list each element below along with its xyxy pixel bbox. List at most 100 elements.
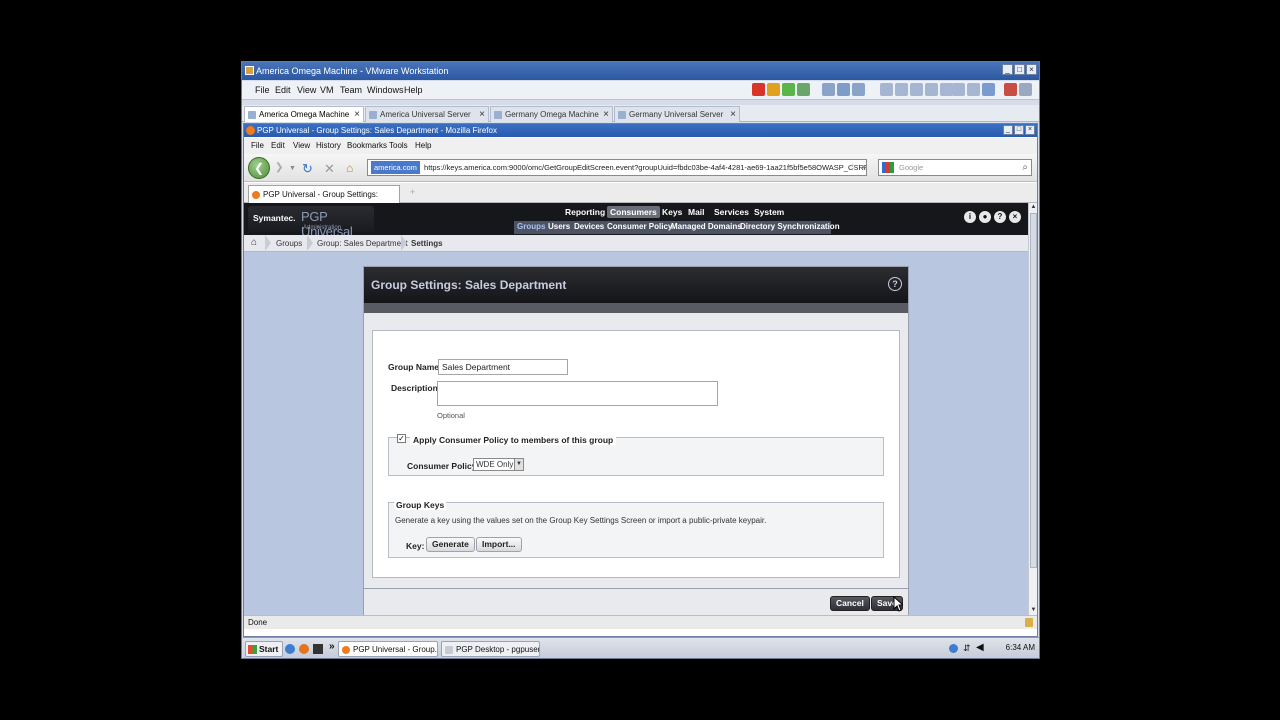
vm-tab-germany-universal[interactable]: Germany Universal Server ×: [614, 106, 740, 122]
bookmark-star-icon[interactable]: ☆: [848, 162, 857, 173]
ctrl-alt-del-icon[interactable]: [1019, 83, 1032, 96]
forward-button[interactable]: ❯: [275, 162, 283, 173]
network-icon[interactable]: ⇵: [963, 643, 971, 654]
breadcrumb-groups[interactable]: Groups: [276, 239, 302, 248]
reload-icon[interactable]: ↻: [302, 161, 313, 177]
close-icon[interactable]: ×: [730, 107, 736, 122]
ff-menu-edit[interactable]: Edit: [271, 141, 285, 150]
subnav-devices[interactable]: Devices: [574, 222, 604, 231]
vm-menu-file[interactable]: File: [255, 85, 270, 95]
nav-keys[interactable]: Keys: [662, 207, 682, 217]
subnav-managed-domains[interactable]: Managed Domains: [671, 222, 742, 231]
users-icon[interactable]: ●: [979, 211, 991, 223]
sidebar-toggle-icon[interactable]: [880, 83, 893, 96]
scroll-down-icon[interactable]: ▼: [1029, 606, 1038, 615]
home-icon[interactable]: ⌂: [346, 161, 353, 175]
vm-menu-vm[interactable]: VM: [320, 85, 334, 95]
url-bar[interactable]: america.com https://keys.america.com:900…: [367, 159, 867, 176]
devices-icon[interactable]: [1004, 83, 1017, 96]
stop-icon[interactable]: ✕: [324, 161, 335, 177]
ff-menu-history[interactable]: History: [316, 141, 341, 150]
browser-tab-active[interactable]: PGP Universal - Group Settings: Sale...: [248, 185, 400, 216]
vm-menu-edit[interactable]: Edit: [275, 85, 291, 95]
reset-icon[interactable]: [797, 83, 810, 96]
nav-consumers[interactable]: Consumers: [607, 206, 660, 218]
subnav-directory-sync[interactable]: Directory Synchronization: [740, 222, 840, 231]
close-icon[interactable]: ×: [479, 107, 485, 122]
taskbar-item-pgp-universal[interactable]: PGP Universal - Group...: [338, 641, 438, 657]
logout-icon[interactable]: ×: [1009, 211, 1021, 223]
vm-tab-america-omega[interactable]: America Omega Machine ×: [244, 106, 364, 122]
consumer-policy-select[interactable]: WDE Only ▼: [473, 458, 524, 471]
ff-menu-tools[interactable]: Tools: [389, 141, 408, 150]
appliance-view-icon[interactable]: [967, 83, 980, 96]
summary-view-icon[interactable]: [952, 83, 965, 96]
back-button[interactable]: ❮: [248, 157, 270, 179]
minimize-button[interactable]: _: [1002, 64, 1013, 75]
lock-icon[interactable]: [1025, 618, 1033, 627]
home-icon[interactable]: ⌂: [251, 237, 257, 248]
group-name-input[interactable]: Sales Department: [438, 359, 568, 375]
vm-tab-america-universal[interactable]: America Universal Server ×: [365, 106, 489, 122]
search-icon[interactable]: ⌕: [1022, 160, 1028, 175]
help-tray-icon[interactable]: [949, 644, 958, 653]
description-textarea[interactable]: [437, 381, 718, 406]
breadcrumb-group[interactable]: Group: Sales Department: [317, 239, 408, 248]
taskbar-item-pgp-desktop[interactable]: PGP Desktop - pgpuser@...: [441, 641, 540, 657]
scroll-up-icon[interactable]: ▲: [1029, 203, 1038, 212]
search-input[interactable]: Google ⌕: [878, 159, 1032, 176]
vm-tab-germany-omega[interactable]: Germany Omega Machine ×: [490, 106, 613, 122]
nav-system[interactable]: System: [754, 207, 784, 217]
snapshot-icon[interactable]: [822, 83, 835, 96]
info-icon[interactable]: i: [964, 211, 976, 223]
nav-services[interactable]: Services: [714, 207, 749, 217]
ff-close-button[interactable]: ×: [1025, 125, 1035, 135]
close-button[interactable]: ×: [1026, 64, 1037, 75]
site-identity[interactable]: america.com: [371, 161, 420, 174]
console-icon[interactable]: [982, 83, 995, 96]
nav-mail[interactable]: Mail: [688, 207, 705, 217]
volume-icon[interactable]: ◀: [976, 642, 984, 653]
chevron-right-icon[interactable]: »: [329, 641, 335, 652]
vm-menu-windows[interactable]: Windows: [367, 85, 404, 95]
ff-restore-button[interactable]: □: [1014, 125, 1024, 135]
help-icon[interactable]: ?: [994, 211, 1006, 223]
generate-button[interactable]: Generate: [426, 537, 475, 552]
ff-menu-view[interactable]: View: [293, 141, 310, 150]
scroll-thumb[interactable]: [1030, 213, 1037, 568]
subnav-users[interactable]: Users: [548, 222, 570, 231]
quick-switch-icon[interactable]: [910, 83, 923, 96]
nav-reporting[interactable]: Reporting: [565, 207, 605, 217]
vm-menu-help[interactable]: Help: [404, 85, 423, 95]
subnav-consumer-policy[interactable]: Consumer Policy: [607, 222, 672, 231]
power-on-icon[interactable]: [782, 83, 795, 96]
ff-menu-help[interactable]: Help: [415, 141, 431, 150]
snapshot-manager-icon[interactable]: [852, 83, 865, 96]
vm-menu-team[interactable]: Team: [340, 85, 362, 95]
new-tab-icon[interactable]: +: [410, 187, 415, 197]
help-icon[interactable]: ?: [888, 277, 902, 291]
close-icon[interactable]: ×: [354, 107, 360, 122]
revert-snapshot-icon[interactable]: [837, 83, 850, 96]
fullscreen-icon[interactable]: [925, 83, 938, 96]
ff-menu-file[interactable]: File: [251, 141, 264, 150]
ff-minimize-button[interactable]: _: [1003, 125, 1013, 135]
history-dropdown-icon[interactable]: ▼: [289, 165, 296, 172]
close-icon[interactable]: ×: [603, 107, 609, 122]
console-view-icon[interactable]: [895, 83, 908, 96]
vertical-scrollbar[interactable]: ▲ ▼: [1028, 203, 1037, 615]
ie-icon[interactable]: [285, 644, 295, 654]
cmd-icon[interactable]: [313, 644, 323, 654]
apply-policy-checkbox[interactable]: ✓: [397, 434, 406, 443]
power-off-icon[interactable]: [752, 83, 765, 96]
ff-menu-bookmarks[interactable]: Bookmarks: [347, 141, 387, 150]
vm-menu-view[interactable]: View: [297, 85, 316, 95]
url-dropdown-icon[interactable]: ▼: [861, 165, 867, 171]
firefox-quicklaunch-icon[interactable]: [299, 644, 309, 654]
maximize-button[interactable]: □: [1014, 64, 1025, 75]
cancel-button[interactable]: Cancel: [830, 596, 870, 611]
suspend-icon[interactable]: [767, 83, 780, 96]
subnav-groups[interactable]: Groups: [517, 222, 545, 231]
start-button[interactable]: Start: [245, 641, 284, 657]
import-button[interactable]: Import...: [476, 537, 522, 552]
